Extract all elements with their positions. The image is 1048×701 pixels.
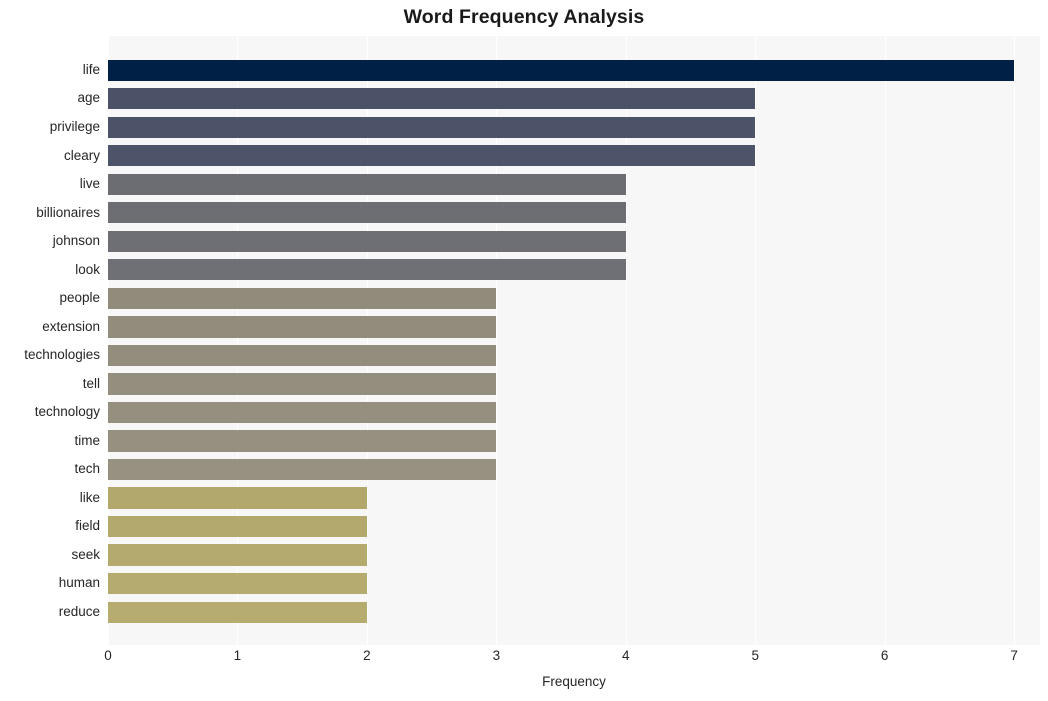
x-axis-tick-label: 6	[880, 648, 889, 663]
bar[interactable]	[108, 401, 497, 424]
bar[interactable]	[108, 344, 497, 367]
bar-row	[108, 170, 1040, 199]
bar-row	[108, 541, 1040, 570]
bar[interactable]	[108, 230, 626, 252]
x-axis-tick-label: 3	[492, 648, 501, 663]
x-axis-tick-label: 1	[233, 648, 242, 663]
y-axis-tick-label: reduce	[58, 603, 100, 619]
bar[interactable]	[108, 515, 367, 538]
bar[interactable]	[108, 287, 497, 310]
y-axis-tick-label: field	[75, 518, 100, 534]
x-axis-tick-label: 7	[1010, 648, 1018, 663]
y-axis-tick-label: age	[77, 90, 100, 106]
y-axis-tick-label: people	[59, 290, 100, 306]
y-axis-labels: life age privilege cleary live billionaires jo…	[0, 36, 100, 645]
bar-row	[108, 569, 1040, 598]
y-axis-tick-label: tech	[74, 461, 100, 477]
y-axis-tick-label: human	[58, 575, 100, 591]
bar-row	[108, 427, 1040, 456]
bar[interactable]	[108, 487, 367, 509]
x-axis-tick-label: 0	[104, 648, 112, 663]
bar[interactable]	[108, 601, 367, 623]
y-axis-tick-label: look	[75, 261, 100, 277]
bar-row	[108, 56, 1040, 85]
y-axis-tick-label: live	[79, 176, 100, 192]
x-axis-tick-labels: 0 1 2 3 4 5 6 7	[104, 648, 1040, 672]
bar-row	[108, 398, 1040, 427]
x-axis-tick-label: 2	[363, 648, 371, 663]
y-axis-tick-label: seek	[71, 546, 100, 562]
bar-row	[108, 256, 1040, 285]
bar-row	[108, 142, 1040, 171]
y-axis-tick-label: extension	[42, 318, 100, 334]
y-axis-tick-label: privilege	[49, 119, 100, 135]
bar-row	[108, 227, 1040, 256]
bar-row	[108, 199, 1040, 228]
chart-title: Word Frequency Analysis	[403, 6, 645, 28]
bar-row	[108, 113, 1040, 142]
bar-row	[108, 313, 1040, 342]
bar[interactable]	[108, 173, 626, 195]
bar[interactable]	[108, 59, 1015, 81]
bar[interactable]	[108, 544, 367, 566]
y-axis-tick-label: johnson	[52, 233, 100, 249]
plot-area	[108, 36, 1040, 645]
x-axis-tick-label: 4	[622, 648, 630, 663]
bar[interactable]	[108, 259, 626, 281]
y-axis-tick-label: cleary	[63, 147, 100, 163]
y-axis-tick-label: technologies	[24, 347, 100, 363]
y-axis-tick-label: billionaires	[36, 204, 100, 220]
bar-row	[108, 455, 1040, 484]
y-axis-tick-label: like	[79, 489, 100, 505]
y-axis-tick-label: life	[82, 61, 100, 77]
bar[interactable]	[108, 316, 497, 338]
bar[interactable]	[108, 573, 367, 595]
x-axis-tick-label: 5	[751, 648, 759, 663]
bar[interactable]	[108, 430, 497, 452]
y-axis-tick-label: tell	[82, 375, 100, 391]
bar[interactable]	[108, 116, 756, 138]
y-axis-tick-label: time	[74, 432, 100, 448]
bar[interactable]	[108, 88, 756, 110]
y-axis-tick-label: technology	[34, 404, 100, 420]
bar[interactable]	[108, 145, 756, 167]
bar-row	[108, 370, 1040, 399]
bar-row	[108, 84, 1040, 113]
bar[interactable]	[108, 202, 626, 224]
bar-row	[108, 484, 1040, 513]
bar-row	[108, 341, 1040, 370]
x-axis-title: Frequency	[542, 674, 606, 689]
bar-row	[108, 512, 1040, 541]
chart-figure: Word Frequency Analysis life age privilege…	[0, 0, 1048, 701]
bar[interactable]	[108, 373, 497, 395]
bar-row	[108, 598, 1040, 627]
bar-row	[108, 284, 1040, 313]
bar[interactable]	[108, 458, 497, 481]
